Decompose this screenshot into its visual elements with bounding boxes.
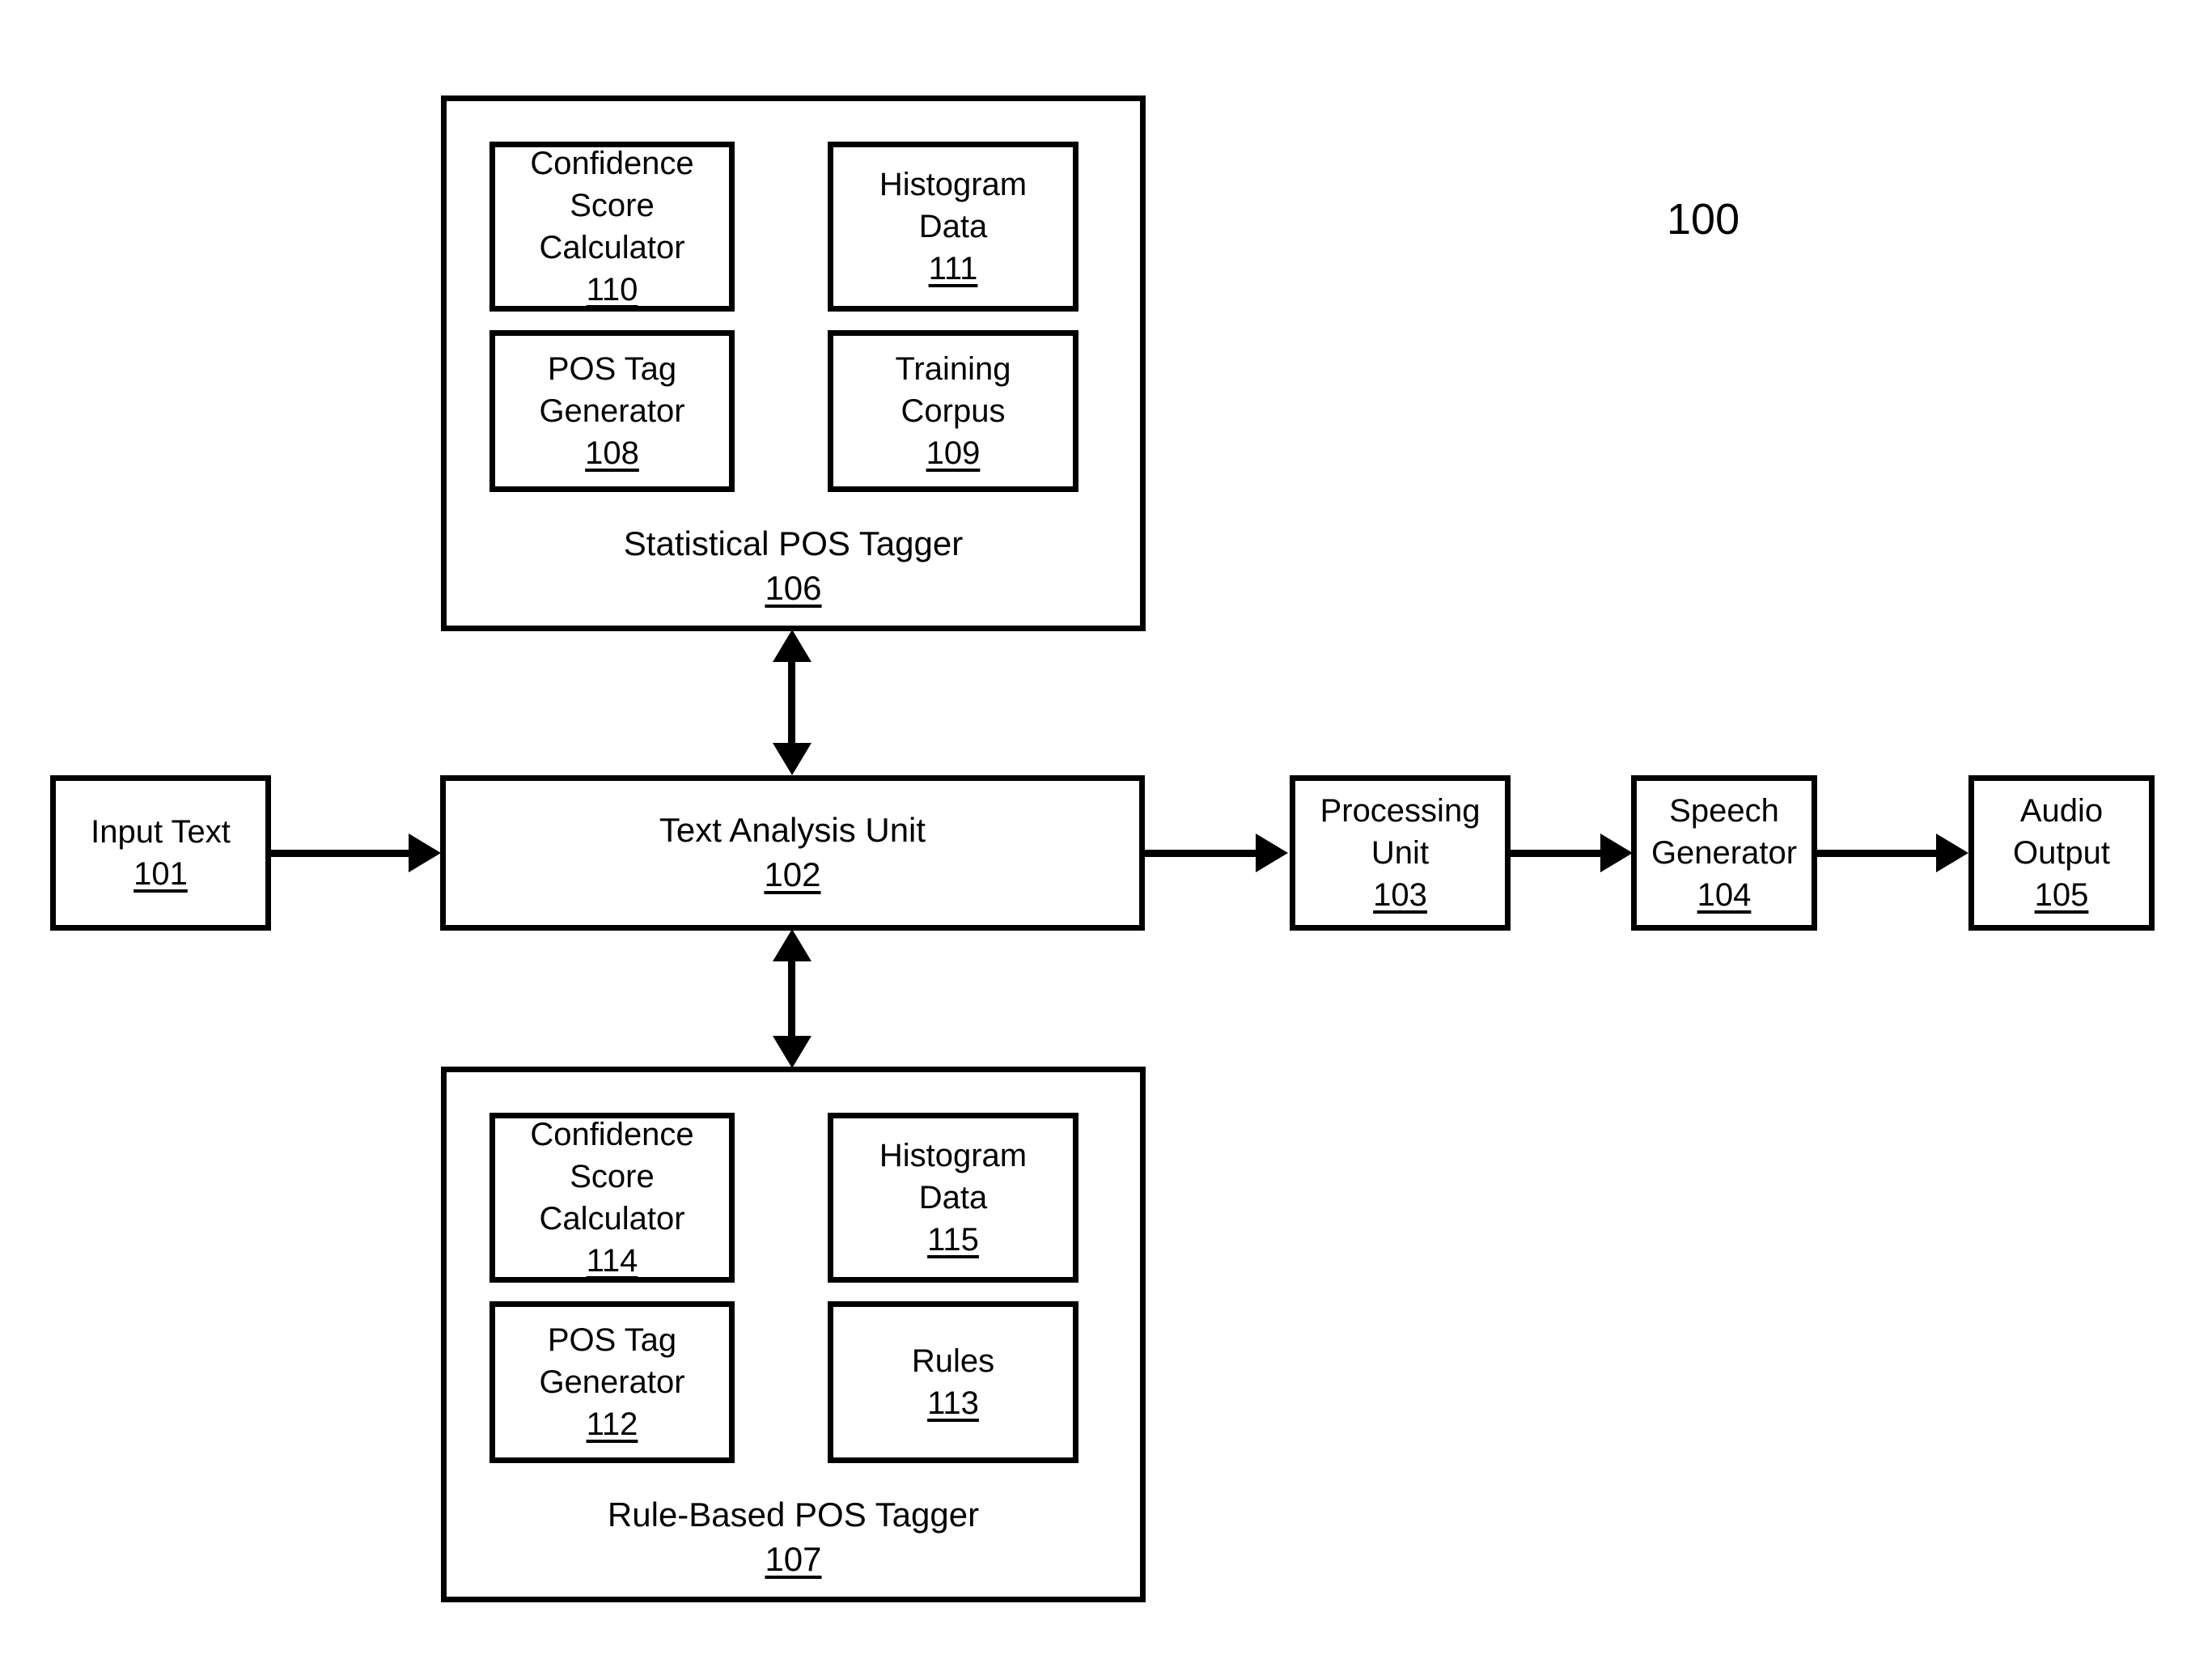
container-number: 107 xyxy=(765,1539,822,1578)
block-number: 104 xyxy=(1697,877,1752,913)
component-number: 112 xyxy=(586,1406,638,1442)
component-number: 113 xyxy=(927,1385,979,1421)
component-label: Confidence Score Calculator xyxy=(530,1117,694,1237)
block-label: Speech Generator xyxy=(1651,793,1798,871)
text-analysis-unit-102: Text Analysis Unit 102 xyxy=(440,775,1145,931)
rule-based-pos-tagger-container: Confidence Score Calculator 114 Histogra… xyxy=(441,1067,1146,1602)
connector-103-to-104-arrowhead xyxy=(1600,834,1633,872)
figure-reference-number: 100 xyxy=(1667,195,1740,244)
figure-canvas: 100 Confidence Score Calculator 110 Hist… xyxy=(0,0,2212,1680)
connector-106-to-102-arrowhead-down xyxy=(773,743,811,775)
statistical-pos-tagger-container: Confidence Score Calculator 110 Histogra… xyxy=(441,95,1146,631)
container-title: Rule-Based POS Tagger xyxy=(607,1495,980,1534)
component-label: Rules xyxy=(911,1343,995,1379)
connector-101-to-102-arrowhead xyxy=(409,834,441,872)
component-label: Histogram Data xyxy=(879,1138,1028,1215)
component-label: Confidence Score Calculator xyxy=(530,146,694,265)
block-label: Text Analysis Unit xyxy=(659,811,926,850)
block-number: 103 xyxy=(1373,877,1427,913)
confidence-score-calculator-114: Confidence Score Calculator 114 xyxy=(489,1113,735,1283)
container-title: Statistical POS Tagger xyxy=(623,524,964,562)
component-label: Training Corpus xyxy=(895,351,1011,429)
speech-generator-104: Speech Generator 104 xyxy=(1631,775,1817,931)
connector-106-to-102-line xyxy=(788,655,795,753)
container-number: 106 xyxy=(765,568,822,607)
training-corpus-109: Training Corpus 109 xyxy=(828,330,1078,492)
connector-102-to-107-line xyxy=(788,957,795,1046)
component-number: 111 xyxy=(928,251,978,286)
rules-113: Rules 113 xyxy=(828,1301,1078,1463)
block-number: 105 xyxy=(2034,877,2089,913)
audio-output-105: Audio Output 105 xyxy=(1968,775,2155,931)
confidence-score-calculator-110: Confidence Score Calculator 110 xyxy=(489,142,735,312)
connector-102-to-107-arrowhead-down xyxy=(773,1036,811,1068)
block-number: 101 xyxy=(133,856,188,892)
input-text-101: Input Text 101 xyxy=(50,775,271,931)
connector-106-to-102-arrowhead-up xyxy=(773,630,811,662)
component-number: 114 xyxy=(586,1243,638,1279)
histogram-data-115: Histogram Data 115 xyxy=(828,1113,1078,1283)
pos-tag-generator-112: POS Tag Generator 112 xyxy=(489,1301,735,1463)
component-label: POS Tag Generator xyxy=(539,1322,685,1400)
connector-102-to-103-line xyxy=(1145,850,1258,857)
block-label: Processing Unit xyxy=(1320,793,1481,871)
pos-tag-generator-108: POS Tag Generator 108 xyxy=(489,330,735,492)
histogram-data-111: Histogram Data 111 xyxy=(828,142,1078,312)
component-label: Histogram Data xyxy=(879,167,1028,244)
processing-unit-103: Processing Unit 103 xyxy=(1290,775,1511,931)
connector-102-to-103-arrowhead xyxy=(1256,834,1288,872)
rule-based-pos-tagger-caption: Rule-Based POS Tagger 107 xyxy=(447,1493,1140,1581)
component-label: POS Tag Generator xyxy=(539,351,685,429)
component-number: 110 xyxy=(586,272,638,308)
block-label: Audio Output xyxy=(2012,793,2111,871)
connector-104-to-105-line xyxy=(1817,850,1939,857)
connector-104-to-105-arrowhead xyxy=(1936,834,1968,872)
block-label: Input Text xyxy=(91,814,231,850)
component-number: 109 xyxy=(926,435,981,471)
statistical-pos-tagger-caption: Statistical POS Tagger 106 xyxy=(447,522,1140,610)
connector-101-to-102-line xyxy=(271,850,413,857)
component-number: 108 xyxy=(585,435,639,471)
connector-102-to-107-arrowhead-up xyxy=(773,929,811,961)
block-number: 102 xyxy=(764,855,821,893)
component-number: 115 xyxy=(927,1222,979,1258)
